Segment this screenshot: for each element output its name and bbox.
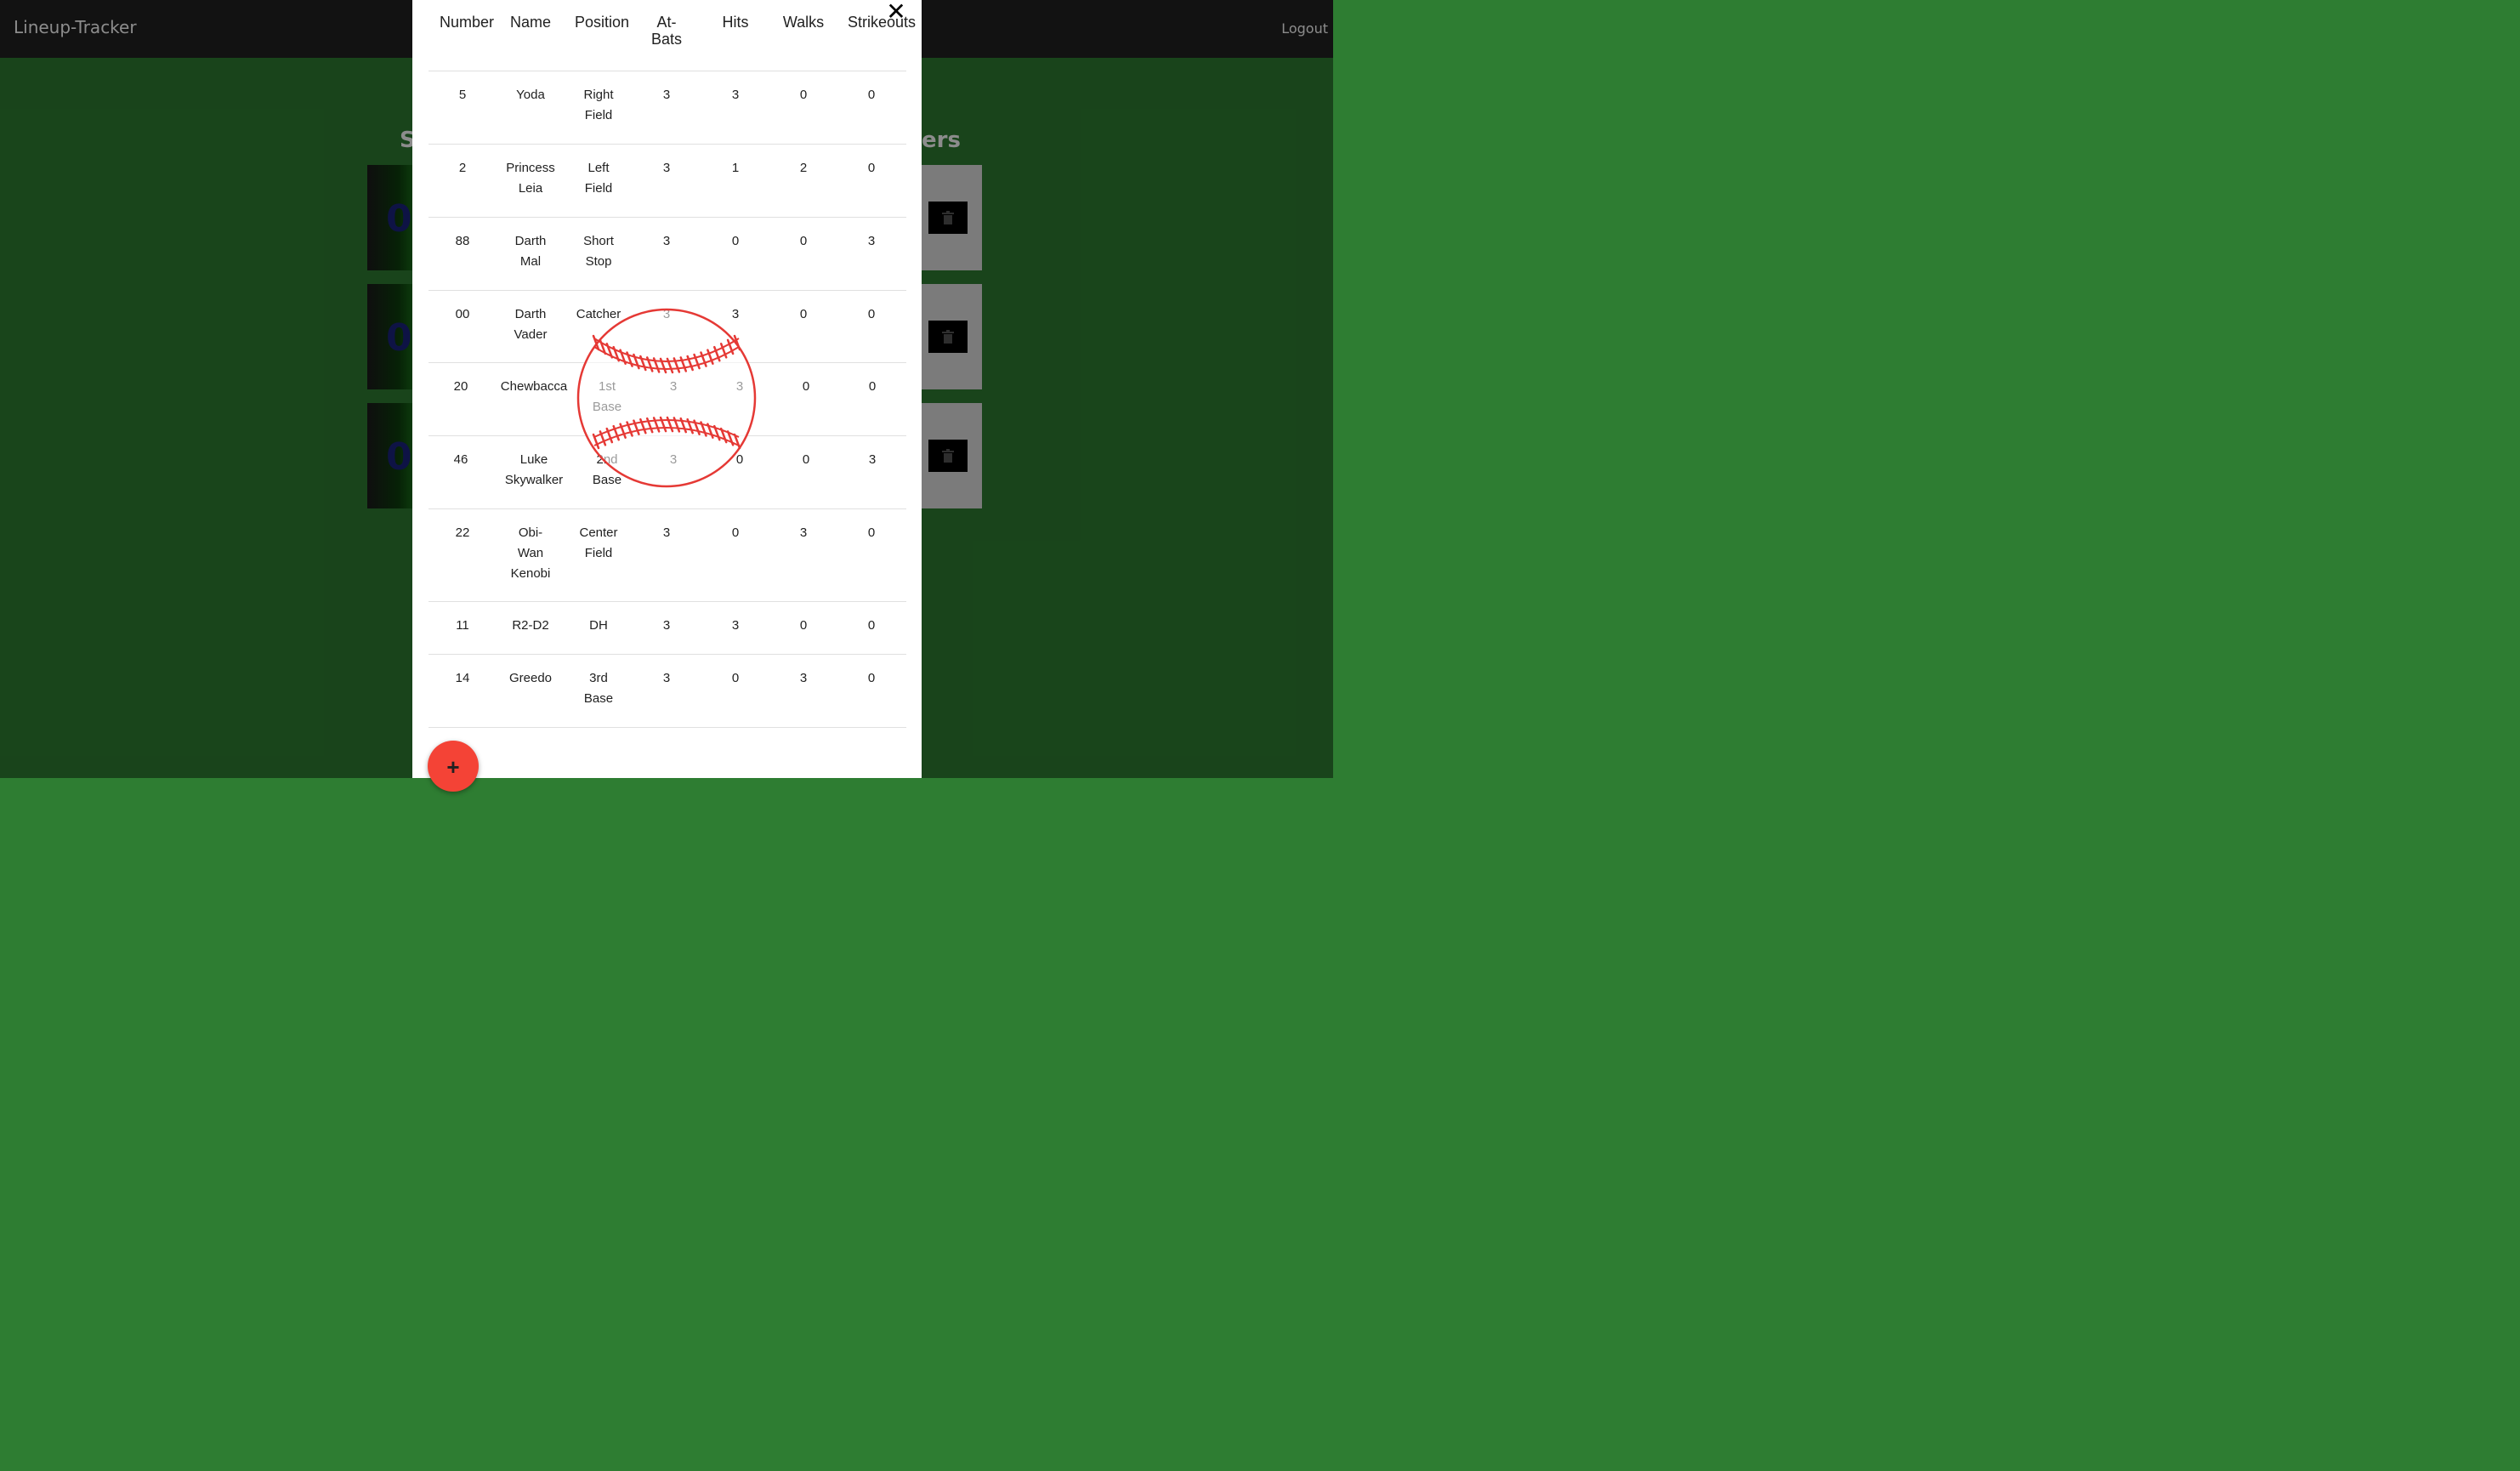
row-divider [429, 601, 906, 602]
cell-strikeouts: 3 [867, 234, 876, 248]
cell-walks: 0 [799, 234, 808, 248]
cell-walks: 0 [799, 307, 808, 321]
cell-at-bats: 3 [662, 234, 671, 248]
cell-position: Short Stop [583, 234, 614, 269]
cell-strikeouts: 0 [868, 379, 877, 394]
cell-position: 1st Base [592, 379, 622, 414]
cell-walks: 0 [799, 618, 808, 633]
header-strikeouts: Strikeouts [847, 14, 917, 31]
cell-walks: 0 [799, 88, 808, 102]
cell-hits: 3 [735, 379, 744, 394]
cell-walks: 3 [799, 525, 808, 540]
lineup-modal: ✕ Number Name Position At- Bats Hits Wal… [412, 0, 922, 792]
cell-strikeouts: 0 [867, 671, 876, 685]
header-at-bats-line2: Bats [650, 31, 683, 48]
cell-at-bats: 3 [662, 525, 671, 540]
cell-position: 2nd Base [592, 452, 622, 487]
cell-at-bats: 3 [662, 307, 671, 321]
cell-strikeouts: 3 [868, 452, 877, 467]
cell-number: 20 [453, 379, 468, 394]
cell-hits: 0 [731, 525, 740, 540]
header-position: Position [574, 14, 630, 31]
cell-number: 2 [458, 161, 467, 175]
cell-walks: 2 [799, 161, 808, 175]
header-number: Number [439, 14, 495, 31]
cell-position: Catcher [576, 307, 621, 321]
row-divider [429, 217, 906, 218]
header-at-bats: At- [656, 14, 677, 31]
row-divider [429, 435, 906, 436]
cell-name: Luke Skywalker [504, 452, 564, 487]
row-divider [429, 727, 906, 728]
row-divider [429, 290, 906, 291]
cell-strikeouts: 0 [867, 307, 876, 321]
cell-number: 00 [455, 307, 470, 321]
cell-walks: 3 [799, 671, 808, 685]
cell-strikeouts: 0 [867, 618, 876, 633]
cell-hits: 1 [731, 161, 740, 175]
cell-hits: 3 [731, 307, 740, 321]
row-divider [429, 508, 906, 509]
row-divider [429, 362, 906, 363]
header-walks: Walks [782, 14, 825, 31]
cell-name: Chewbacca [500, 379, 568, 394]
cell-number: 88 [455, 234, 470, 248]
cell-walks: 0 [802, 452, 810, 467]
cell-position: 3rd Base [583, 671, 614, 706]
cell-strikeouts: 0 [867, 525, 876, 540]
cell-walks: 0 [802, 379, 810, 394]
cell-number: 11 [456, 618, 469, 633]
cell-at-bats: 3 [669, 452, 678, 467]
cell-hits: 0 [731, 234, 740, 248]
cell-hits: 3 [731, 618, 740, 633]
cell-hits: 0 [735, 452, 744, 467]
row-divider [429, 654, 906, 655]
plus-icon: + [446, 754, 460, 780]
cell-number: 46 [453, 452, 468, 467]
add-player-button[interactable]: + [428, 741, 479, 792]
cell-hits: 3 [731, 88, 740, 102]
row-divider [429, 144, 906, 145]
cell-strikeouts: 0 [867, 161, 876, 175]
cell-position: Center Field [579, 525, 618, 560]
cell-number: 5 [458, 88, 467, 102]
cell-at-bats: 3 [662, 161, 671, 175]
cell-number: 22 [455, 525, 470, 540]
cell-hits: 0 [731, 671, 740, 685]
header-hits: Hits [722, 14, 749, 31]
header-name: Name [509, 14, 551, 31]
cell-at-bats: 3 [662, 618, 671, 633]
cell-number: 14 [455, 671, 470, 685]
cell-position: Left Field [584, 161, 613, 196]
cell-at-bats: 3 [662, 671, 671, 685]
cell-at-bats: 3 [662, 88, 671, 102]
cell-position: Right Field [583, 88, 614, 122]
cell-at-bats: 3 [669, 379, 678, 394]
cell-strikeouts: 0 [867, 88, 876, 102]
cell-position: DH [589, 618, 608, 633]
